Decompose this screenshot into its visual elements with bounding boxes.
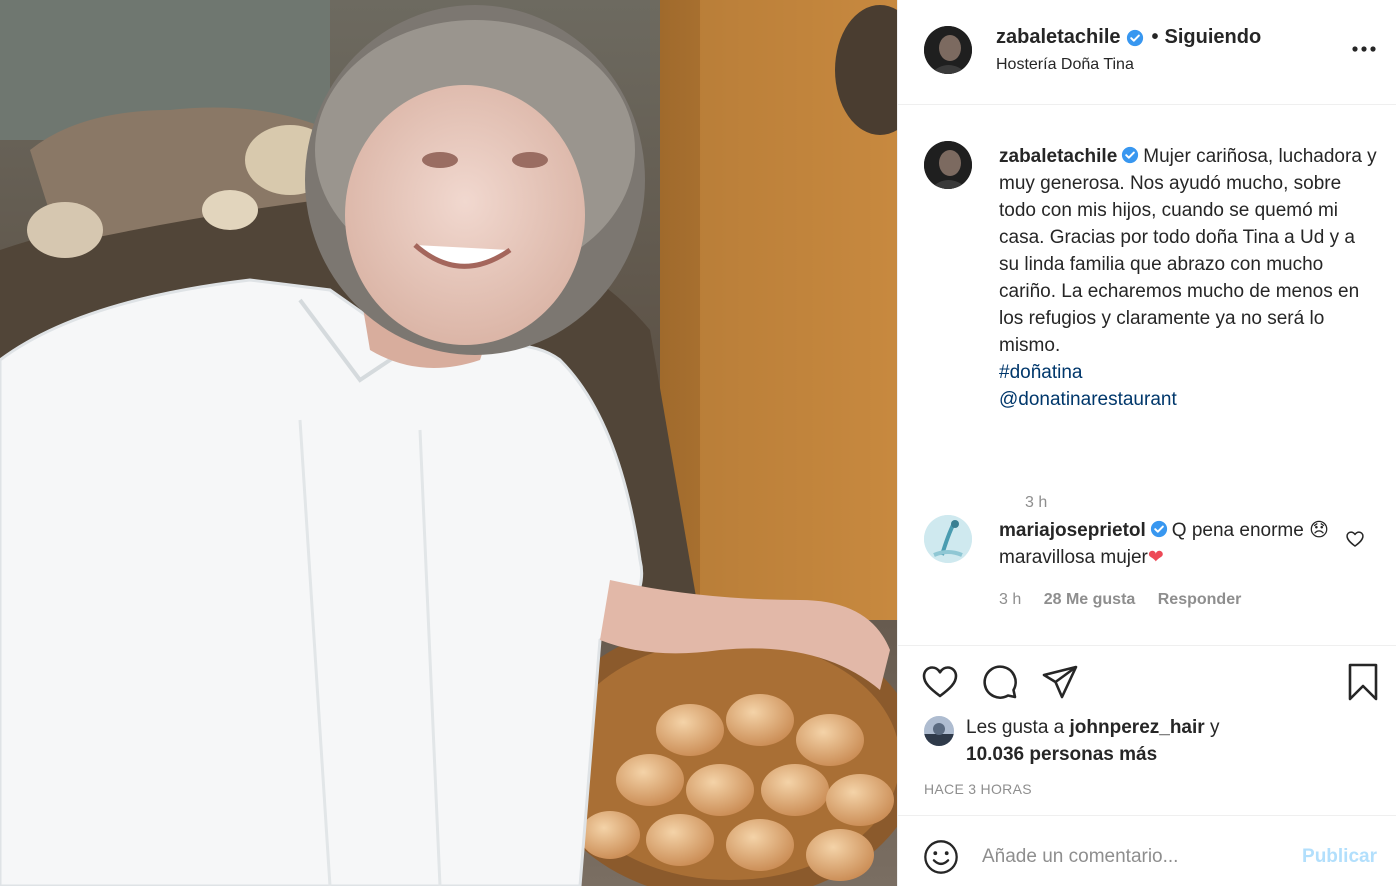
caption-mention-link[interactable]: @donatinarestaurant — [999, 386, 1379, 413]
post-actions: Les gusta a johnperez_hair y 10.036 pers… — [898, 645, 1396, 815]
caption-username[interactable]: zabaletachile — [999, 146, 1117, 167]
comment-body: mariajoseprietol Q pena enorme 😞 maravill… — [999, 517, 1329, 571]
following-button[interactable]: Siguiendo — [1165, 26, 1262, 49]
comments-section: zabaletachile Mujer cariñosa, luchadora y… — [898, 105, 1396, 645]
post-side-panel: zabaletachile • Siguiendo Hostería Doña … — [897, 0, 1396, 886]
bookmark-icon[interactable] — [1343, 662, 1383, 702]
likes-text: Les gusta a johnperez_hair y 10.036 pers… — [966, 714, 1306, 768]
likes-joiner: y — [1209, 717, 1220, 738]
sad-face-emoji: 😞 — [1309, 520, 1329, 541]
emoji-smiley-icon[interactable] — [922, 838, 960, 876]
more-options-button[interactable] — [1351, 36, 1377, 62]
add-comment-bar: Publicar — [898, 815, 1396, 886]
post-location[interactable]: Hostería Doña Tina — [996, 56, 1134, 74]
caption-author-avatar[interactable] — [924, 141, 972, 189]
heart-icon[interactable] — [920, 662, 960, 702]
post-header: zabaletachile • Siguiendo Hostería Doña … — [898, 0, 1396, 105]
author-avatar[interactable] — [924, 26, 972, 74]
commenter-username[interactable]: mariajoseprietol — [999, 520, 1146, 541]
caption-body: zabaletachile Mujer cariñosa, luchadora y… — [999, 143, 1379, 413]
post-photo-illustration — [0, 0, 897, 886]
header-separator: • — [1151, 26, 1159, 48]
commenter-avatar[interactable] — [924, 515, 972, 563]
paper-plane-icon[interactable] — [1040, 662, 1080, 702]
comment-time[interactable]: 3 h — [999, 591, 1021, 608]
author-username[interactable]: zabaletachile — [996, 26, 1121, 49]
caption-time[interactable]: 3 h — [1025, 494, 1047, 512]
caption-text: Mujer cariñosa, luchadora y muy generosa… — [999, 146, 1377, 356]
more-horizontal-icon — [1352, 46, 1376, 52]
verified-badge-icon — [1126, 29, 1143, 46]
liker-username[interactable]: johnperez_hair — [1070, 717, 1205, 738]
post-timestamp[interactable]: HACE 3 HORAS — [924, 781, 1032, 797]
likes-prefix: Les gusta a — [966, 717, 1065, 738]
caption-hashtag-link[interactable]: #doñatina — [999, 359, 1379, 386]
comment-bubble-icon[interactable] — [980, 662, 1020, 702]
comment-meta: 3 h 28 Me gusta Responder — [999, 591, 1259, 609]
comment-text-part1: Q pena enorme — [1171, 520, 1304, 541]
comment-like-heart-icon[interactable] — [1345, 529, 1365, 549]
comment-input[interactable] — [982, 842, 1282, 872]
comment-likes-count[interactable]: 28 Me gusta — [1044, 591, 1136, 608]
verified-badge-icon — [1122, 146, 1139, 164]
comment-text-part2: maravillosa mujer — [999, 547, 1148, 568]
post-photo[interactable] — [0, 0, 897, 886]
liker-avatar[interactable] — [924, 716, 954, 746]
verified-badge-icon — [1150, 520, 1167, 538]
comment-reply-button[interactable]: Responder — [1158, 591, 1242, 608]
publish-button[interactable]: Publicar — [1302, 846, 1377, 868]
red-heart-emoji: ❤ — [1147, 547, 1164, 568]
likes-count-link[interactable]: 10.036 personas más — [966, 744, 1157, 765]
